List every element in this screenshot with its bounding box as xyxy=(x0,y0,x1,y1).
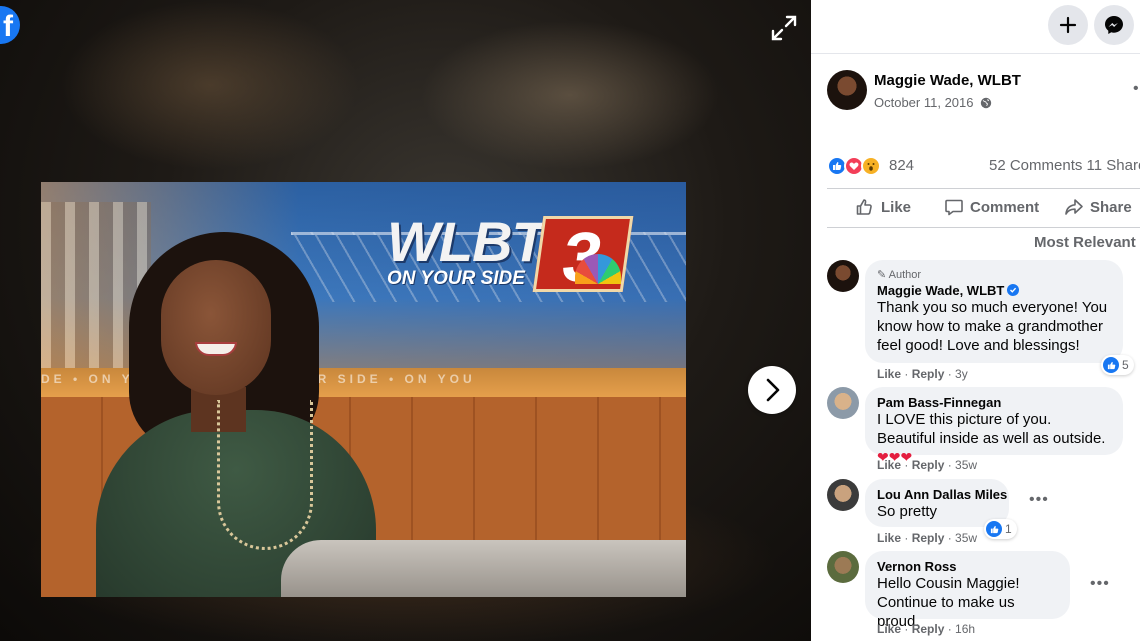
like-reaction-icon xyxy=(1103,357,1119,373)
comment-item: Lou Ann Dallas Miles So pretty 1 ••• Lik… xyxy=(827,479,1140,545)
author-badge-label: Author xyxy=(888,269,922,281)
messenger-button[interactable] xyxy=(1094,5,1134,45)
facebook-logo-icon[interactable]: f xyxy=(0,6,20,44)
photo-viewer: f DE • ON YOUR SIDE • ON YOUR SIDE • ON … xyxy=(0,0,811,641)
like-reaction-icon xyxy=(986,521,1002,537)
comment-text: So pretty xyxy=(877,503,938,520)
messenger-icon xyxy=(1105,16,1123,34)
comment-more-options-icon[interactable]: ••• xyxy=(1090,575,1110,593)
comment-time[interactable]: 16h xyxy=(955,622,975,636)
expand-icon[interactable] xyxy=(768,12,800,44)
avatar[interactable] xyxy=(827,387,859,419)
avatar[interactable] xyxy=(827,479,859,511)
comment-reply-link[interactable]: Reply xyxy=(912,458,945,472)
comment-reply-link[interactable]: Reply xyxy=(912,531,945,545)
comment-sort-dropdown[interactable]: Most Relevant ▼ xyxy=(1034,234,1140,251)
author-badge: ✎ Author xyxy=(877,268,1111,281)
news-desk xyxy=(281,540,686,597)
pencil-icon: ✎ xyxy=(877,269,887,281)
anchor-necklace xyxy=(217,400,313,550)
comment-like-link[interactable]: Like xyxy=(877,531,901,545)
post-date[interactable]: October 11, 2016 xyxy=(874,95,992,110)
background-blur xyxy=(60,0,360,170)
avatar[interactable] xyxy=(827,551,859,583)
post-header: Maggie Wade, WLBT October 11, 2016 ••• xyxy=(827,70,1140,114)
plus-icon xyxy=(1059,16,1077,34)
comment-likes-count: 1 xyxy=(1005,522,1012,536)
avatar[interactable] xyxy=(827,260,859,292)
comment-like-link[interactable]: Like xyxy=(877,622,901,636)
comment-time[interactable]: 35w xyxy=(955,531,977,545)
post-author-name[interactable]: Maggie Wade, WLBT xyxy=(874,72,1021,89)
comment-more-options-icon[interactable]: ••• xyxy=(1029,491,1049,509)
comment-likes-badge[interactable]: 1 xyxy=(984,519,1017,539)
verified-badge-icon xyxy=(1007,284,1020,296)
comment-icon xyxy=(945,199,963,216)
chevron-right-icon xyxy=(766,378,780,402)
comment-likes-count: 5 xyxy=(1122,358,1129,372)
comment-meta: Like · Reply · 35w xyxy=(877,458,978,472)
comment-bubble: Vernon Ross Hello Cousin Maggie! Continu… xyxy=(865,551,1070,630)
post-date-text: October 11, 2016 xyxy=(874,95,974,110)
comment-likes-badge[interactable]: 5 xyxy=(1101,355,1134,375)
like-button[interactable]: Like xyxy=(855,197,911,217)
comment-author-text: Maggie Wade, WLBT xyxy=(877,283,1005,298)
like-button-label: Like xyxy=(881,198,912,216)
comment-time[interactable]: 35w xyxy=(955,458,977,472)
reaction-count[interactable]: 824 xyxy=(889,157,914,174)
anchor-face xyxy=(161,260,271,395)
comment-meta: Like · Reply · 16h xyxy=(877,622,976,636)
background-blur xyxy=(420,20,720,170)
post-panel: Maggie Wade, WLBT October 11, 2016 ••• 8… xyxy=(811,0,1140,641)
avatar[interactable] xyxy=(827,70,867,110)
comment-like-link[interactable]: Like xyxy=(877,367,901,381)
reaction-icons[interactable] xyxy=(827,156,883,176)
comment-meta: Like · Reply · 35w xyxy=(877,531,978,545)
post-actions: Like Comment Share xyxy=(827,188,1140,228)
thumbs-up-icon xyxy=(856,199,872,215)
comment-text-body: I LOVE this picture of you. Beautiful in… xyxy=(877,411,1106,447)
comment-item: Pam Bass-Finnegan I LOVE this picture of… xyxy=(827,387,1140,472)
comment-sort-label: Most Relevant xyxy=(1034,234,1136,251)
comment-reply-link[interactable]: Reply xyxy=(912,367,945,381)
comment-author-name[interactable]: Maggie Wade, WLBT xyxy=(877,283,1111,298)
comment-reply-link[interactable]: Reply xyxy=(912,622,945,636)
comments-shares-count[interactable]: 52 Comments 11 Share xyxy=(989,157,1140,174)
comment-author-name[interactable]: Vernon Ross xyxy=(877,559,1058,574)
post-stats: 824 52 Comments 11 Share xyxy=(827,156,1140,178)
next-photo-button[interactable] xyxy=(748,366,796,414)
share-button-label: Share xyxy=(1090,198,1132,216)
comment-meta: Like · Reply · 3y xyxy=(877,367,968,381)
post-more-options-icon[interactable]: ••• xyxy=(1133,80,1140,98)
top-bar xyxy=(811,0,1140,54)
comment-time[interactable]: 3y xyxy=(955,367,968,381)
create-button[interactable] xyxy=(1048,5,1088,45)
comment-item: ✎ Author Maggie Wade, WLBT Thank you so … xyxy=(827,260,1140,382)
wow-reaction-icon xyxy=(861,156,881,176)
comment-button[interactable]: Comment xyxy=(944,197,1039,217)
share-icon xyxy=(1065,199,1083,215)
post-photo[interactable]: DE • ON YOUR SIDE • ON YOUR SIDE • ON YO… xyxy=(41,182,686,597)
comment-author-name[interactable]: Pam Bass-Finnegan xyxy=(877,395,1111,410)
comment-text: Thank you so much everyone! You know how… xyxy=(877,299,1108,354)
share-button[interactable]: Share xyxy=(1064,197,1132,217)
comment-bubble: Pam Bass-Finnegan I LOVE this picture of… xyxy=(865,387,1123,465)
comment-item: Vernon Ross Hello Cousin Maggie! Continu… xyxy=(827,551,1140,641)
comment-bubble: ✎ Author Maggie Wade, WLBT Thank you so … xyxy=(865,260,1123,363)
comment-button-label: Comment xyxy=(970,198,1040,216)
globe-icon xyxy=(980,97,992,109)
comment-like-link[interactable]: Like xyxy=(877,458,901,472)
comment-author-name[interactable]: Lou Ann Dallas Miles xyxy=(877,487,1007,502)
